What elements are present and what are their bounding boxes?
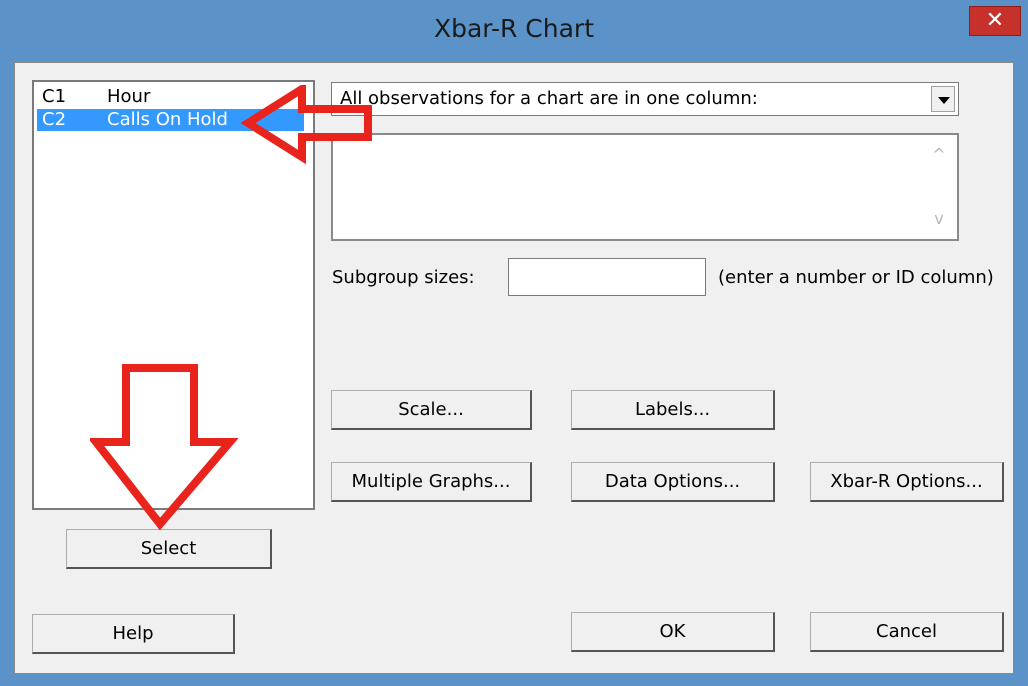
subgroup-sizes-label: Subgroup sizes:	[332, 267, 475, 288]
title-bar[interactable]: Xbar-R Chart ✕	[0, 0, 1028, 62]
subgroup-sizes-input[interactable]	[508, 258, 706, 296]
help-button[interactable]: Help	[32, 614, 235, 654]
variable-name: Hour	[107, 86, 151, 107]
variable-column-id: C1	[42, 86, 67, 107]
left-arrow-annotation-icon	[240, 85, 372, 165]
chart-data-layout-value: All observations for a chart are in one …	[340, 88, 758, 109]
scale-button[interactable]: Scale...	[331, 390, 532, 430]
variable-name: Calls On Hold	[107, 109, 228, 130]
ok-button[interactable]: OK	[571, 612, 775, 652]
data-options-button[interactable]: Data Options...	[571, 462, 775, 502]
dialog-window: Xbar-R Chart ✕ C1 Hour C2 Calls On Hold …	[0, 0, 1028, 686]
scroll-down-icon[interactable]: v	[929, 209, 949, 229]
down-arrow-annotation-icon	[90, 364, 239, 531]
variables-textarea[interactable]: ^ v	[331, 133, 959, 241]
scroll-up-icon[interactable]: ^	[929, 145, 949, 165]
subgroup-sizes-hint: (enter a number or ID column)	[718, 267, 994, 288]
xbar-r-options-button[interactable]: Xbar-R Options...	[810, 462, 1004, 502]
labels-button[interactable]: Labels...	[571, 390, 775, 430]
close-button[interactable]: ✕	[969, 6, 1021, 36]
multiple-graphs-button[interactable]: Multiple Graphs...	[331, 462, 532, 502]
select-button[interactable]: Select	[66, 529, 272, 569]
cancel-button[interactable]: Cancel	[810, 612, 1004, 652]
variable-column-id: C2	[42, 109, 67, 130]
chevron-down-icon[interactable]	[931, 86, 955, 112]
chart-data-layout-select[interactable]: All observations for a chart are in one …	[331, 82, 959, 116]
window-title: Xbar-R Chart	[433, 14, 595, 43]
